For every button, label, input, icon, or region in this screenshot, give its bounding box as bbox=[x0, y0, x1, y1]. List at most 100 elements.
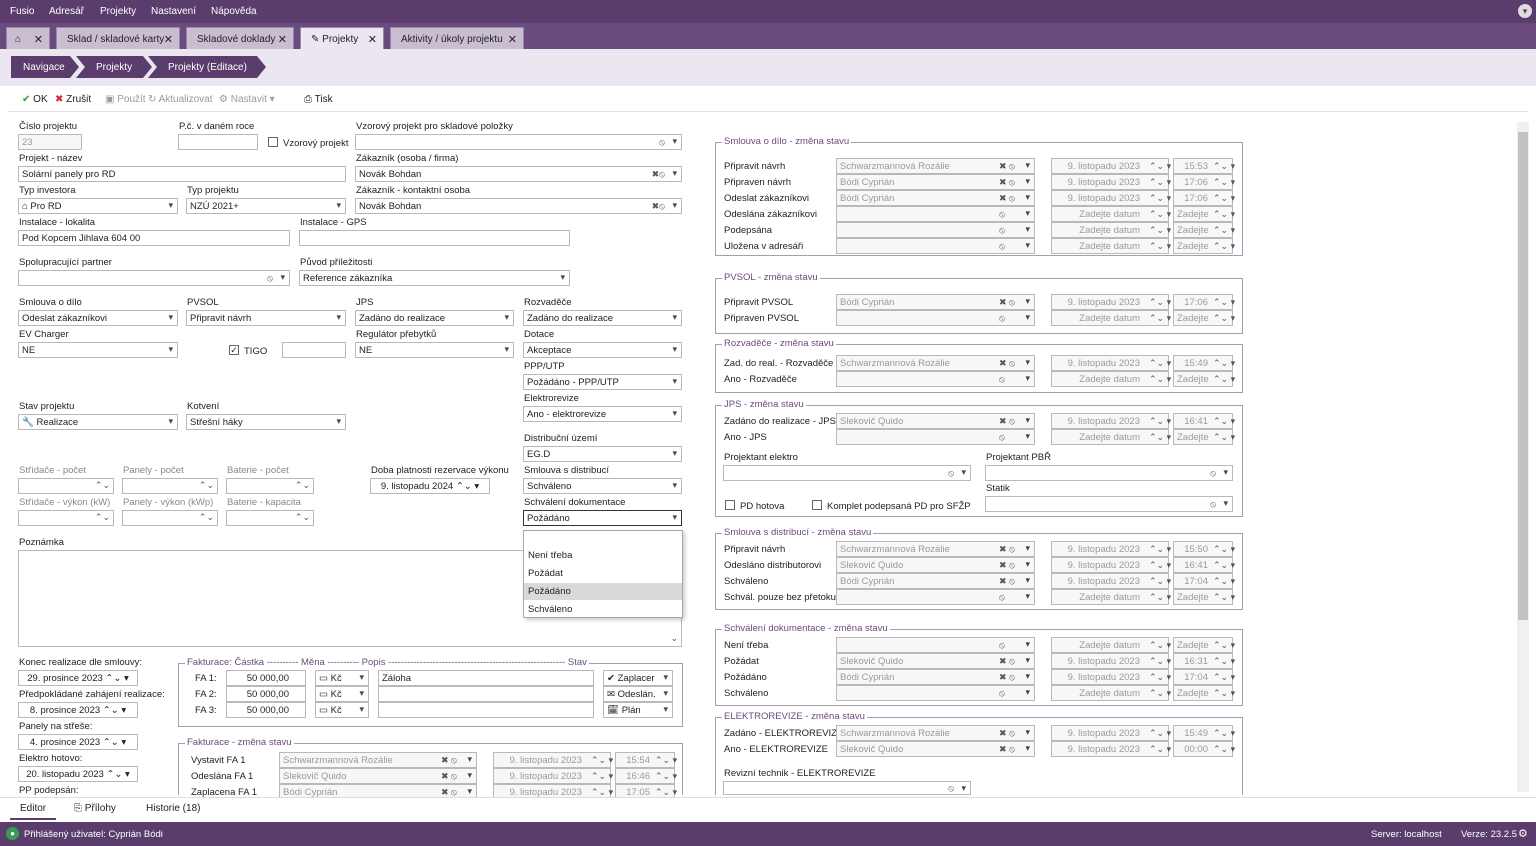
unlink-icon[interactable]: ⦸ bbox=[1210, 499, 1216, 510]
clear-link-icon[interactable]: ✖ ⦸ bbox=[441, 771, 457, 782]
cancel-button[interactable]: ✖ Zrušit bbox=[55, 94, 91, 105]
refresh-button[interactable]: ↻ Aktualizovat bbox=[148, 94, 213, 105]
clear-link-icon[interactable]: ✖ ⦸ bbox=[999, 656, 1015, 667]
datepicker-icon[interactable]: ⌃⌄ ▾ bbox=[1149, 744, 1171, 755]
panely-strecha-datepicker[interactable]: 4. prosince 2023 ⌃⌄ ▾ bbox=[18, 734, 138, 750]
stridace-vykon-stepper[interactable]: ⌃⌄ bbox=[18, 510, 114, 526]
timepicker-icon[interactable]: ⌃⌄ ▾ bbox=[1213, 728, 1235, 739]
statik-select[interactable]: ⦸ bbox=[985, 496, 1233, 512]
settings-button[interactable]: ⚙ Nastavit ▾ bbox=[219, 94, 275, 105]
clear-link-icon[interactable]: ⦸ bbox=[999, 374, 1005, 385]
menu-adresar[interactable]: Adresář bbox=[49, 6, 84, 17]
history-person-select[interactable] bbox=[836, 222, 1035, 238]
datepicker-icon[interactable]: ⌃⌄ ▾ bbox=[1149, 728, 1171, 739]
option-schvaleno[interactable]: Schváleno bbox=[524, 601, 682, 618]
kontakt-select[interactable]: Novák Bohdan ✖⦸ bbox=[355, 198, 682, 214]
datepicker-icon[interactable]: ⌃⌄ ▾ bbox=[591, 771, 613, 782]
fa-amount-field[interactable]: 50 000,00 bbox=[226, 702, 306, 718]
datepicker-icon[interactable]: ⌃⌄ ▾ bbox=[1149, 358, 1171, 369]
datepicker-icon[interactable]: ⌃⌄ ▾ bbox=[1149, 161, 1171, 172]
panely-pocet-stepper[interactable]: ⌃⌄ bbox=[122, 478, 218, 494]
timepicker-icon[interactable]: ⌃⌄ ▾ bbox=[1213, 374, 1235, 385]
pvsol-select[interactable]: Připravit návrh bbox=[186, 310, 346, 326]
gps-field[interactable] bbox=[299, 230, 570, 246]
menu-nastaveni[interactable]: Nastavení bbox=[151, 6, 196, 17]
chevron-down-icon[interactable]: ▾ bbox=[1518, 4, 1532, 18]
unlink-icon[interactable]: ⦸ bbox=[948, 468, 954, 479]
lokalita-field[interactable]: Pod Kopcem Jihlava 604 00 bbox=[18, 230, 290, 246]
breadcrumb-projekty-editace[interactable]: Projekty (Editace) bbox=[148, 56, 266, 78]
doba-datepicker[interactable]: 9. listopadu 2024 ⌃⌄ ▾ bbox=[370, 478, 490, 494]
zahajeni-datepicker[interactable]: 8. prosince 2023 ⌃⌄ ▾ bbox=[18, 702, 138, 718]
panely-vykon-stepper[interactable]: ⌃⌄ bbox=[122, 510, 218, 526]
elektro-hotovo-datepicker[interactable]: 20. listopadu 2023 ⌃⌄ ▾ bbox=[18, 766, 138, 782]
clear-link-icon[interactable]: ⦸ bbox=[999, 209, 1005, 220]
unlink-icon[interactable]: ⦸ bbox=[948, 783, 954, 794]
timepicker-icon[interactable]: ⌃⌄ ▾ bbox=[655, 771, 677, 782]
datepicker-icon[interactable]: ⌃⌄ ▾ bbox=[1149, 560, 1171, 571]
tigo-stepper[interactable] bbox=[282, 342, 346, 358]
history-person-select[interactable] bbox=[836, 637, 1035, 653]
close-icon[interactable]: ✕ bbox=[278, 33, 287, 46]
option-neni-treba[interactable]: Není třeba bbox=[524, 547, 682, 564]
typ-projektu-select[interactable]: NZÚ 2021+ bbox=[186, 198, 346, 214]
tab-projekty[interactable]: ✎ Projekty ✕ bbox=[300, 27, 384, 49]
timepicker-icon[interactable]: ⌃⌄ ▾ bbox=[1213, 297, 1235, 308]
pc-field[interactable] bbox=[178, 134, 258, 150]
datepicker-icon[interactable]: ⌃⌄ ▾ bbox=[1149, 313, 1171, 324]
fa-desc-field[interactable]: Záloha bbox=[378, 670, 594, 686]
clear-link-icon[interactable]: ✖ ⦸ bbox=[999, 544, 1015, 555]
fa-desc-field[interactable] bbox=[378, 702, 594, 718]
fa-state-select[interactable]: 🗓 Plán bbox=[603, 702, 673, 718]
tab-editor[interactable]: Editor bbox=[10, 798, 56, 820]
print-button[interactable]: ⎙ Tisk bbox=[304, 94, 333, 105]
clear-link-icon[interactable]: ✖ ⦸ bbox=[999, 297, 1015, 308]
clear-link-icon[interactable]: ✖ ⦸ bbox=[999, 672, 1015, 683]
datepicker-icon[interactable]: ⌃⌄ ▾ bbox=[1149, 656, 1171, 667]
datepicker-icon[interactable]: ⌃⌄ ▾ bbox=[1149, 672, 1171, 683]
schvaleni-select[interactable]: Požádáno bbox=[523, 510, 682, 526]
datepicker-icon[interactable]: ⌃⌄ ▾ bbox=[1149, 576, 1171, 587]
clear-link-icon[interactable]: ✖ ⦸ bbox=[441, 755, 457, 766]
clear-link-icon[interactable]: ⦸ bbox=[999, 225, 1005, 236]
projektant-elektro-select[interactable]: ⦸ bbox=[723, 465, 971, 481]
datepicker-icon[interactable]: ⌃⌄ ▾ bbox=[1149, 432, 1171, 443]
timepicker-icon[interactable]: ⌃⌄ ▾ bbox=[1213, 744, 1235, 755]
clear-link-icon[interactable]: ⦸ bbox=[999, 592, 1005, 603]
datepicker-icon[interactable]: ⌃⌄ ▾ bbox=[1149, 193, 1171, 204]
smlouva-select[interactable]: Odeslat zákazníkovi bbox=[18, 310, 178, 326]
menu-napoveda[interactable]: Nápověda bbox=[211, 6, 257, 17]
timepicker-icon[interactable]: ⌃⌄ ▾ bbox=[1213, 241, 1235, 252]
clear-link-icon[interactable]: ✖ ⦸ bbox=[999, 728, 1015, 739]
datepicker-icon[interactable]: ⌃⌄ ▾ bbox=[1149, 225, 1171, 236]
clear-link-icon[interactable]: ⦸ bbox=[999, 313, 1005, 324]
unlink-icon[interactable]: ⦸ bbox=[659, 137, 665, 148]
datepicker-icon[interactable]: ⌃⌄ ▾ bbox=[591, 755, 613, 766]
scrollbar[interactable] bbox=[1517, 122, 1529, 792]
datepicker-icon[interactable]: ⌃⌄ ▾ bbox=[1149, 297, 1171, 308]
history-person-select[interactable] bbox=[836, 310, 1035, 326]
close-icon[interactable]: ✕ bbox=[34, 33, 43, 46]
history-person-select[interactable] bbox=[836, 685, 1035, 701]
timepicker-icon[interactable]: ⌃⌄ ▾ bbox=[1213, 688, 1235, 699]
timepicker-icon[interactable]: ⌃⌄ ▾ bbox=[1213, 576, 1235, 587]
datepicker-icon[interactable]: ⌃⌄ ▾ bbox=[1149, 416, 1171, 427]
clear-link-icon[interactable]: ⦸ bbox=[999, 688, 1005, 699]
close-icon[interactable]: ✕ bbox=[164, 33, 173, 46]
tab-home[interactable]: ⌂ ✕ bbox=[6, 27, 50, 49]
distribucni-select[interactable]: EG.D bbox=[523, 446, 682, 462]
close-icon[interactable]: ✕ bbox=[368, 33, 377, 46]
tab-skladove-doklady[interactable]: Skladové doklady ✕ bbox=[186, 27, 294, 49]
dotace-select[interactable]: Akceptace bbox=[523, 342, 682, 358]
tab-sklad[interactable]: Sklad / skladové karty ✕ bbox=[56, 27, 180, 49]
close-icon[interactable]: ✕ bbox=[508, 33, 517, 46]
timepicker-icon[interactable]: ⌃⌄ ▾ bbox=[1213, 225, 1235, 236]
clear-link-icon[interactable]: ⦸ bbox=[999, 640, 1005, 651]
breadcrumb-projekty[interactable]: Projekty bbox=[76, 56, 152, 78]
history-person-select[interactable] bbox=[836, 238, 1035, 254]
clear-link-icon[interactable]: ✖ ⦸ bbox=[999, 177, 1015, 188]
timepicker-icon[interactable]: ⌃⌄ ▾ bbox=[1213, 592, 1235, 603]
cislo-field[interactable]: 23 bbox=[18, 134, 82, 150]
ok-button[interactable]: ✔ OK bbox=[22, 94, 48, 105]
timepicker-icon[interactable]: ⌃⌄ ▾ bbox=[1213, 161, 1235, 172]
